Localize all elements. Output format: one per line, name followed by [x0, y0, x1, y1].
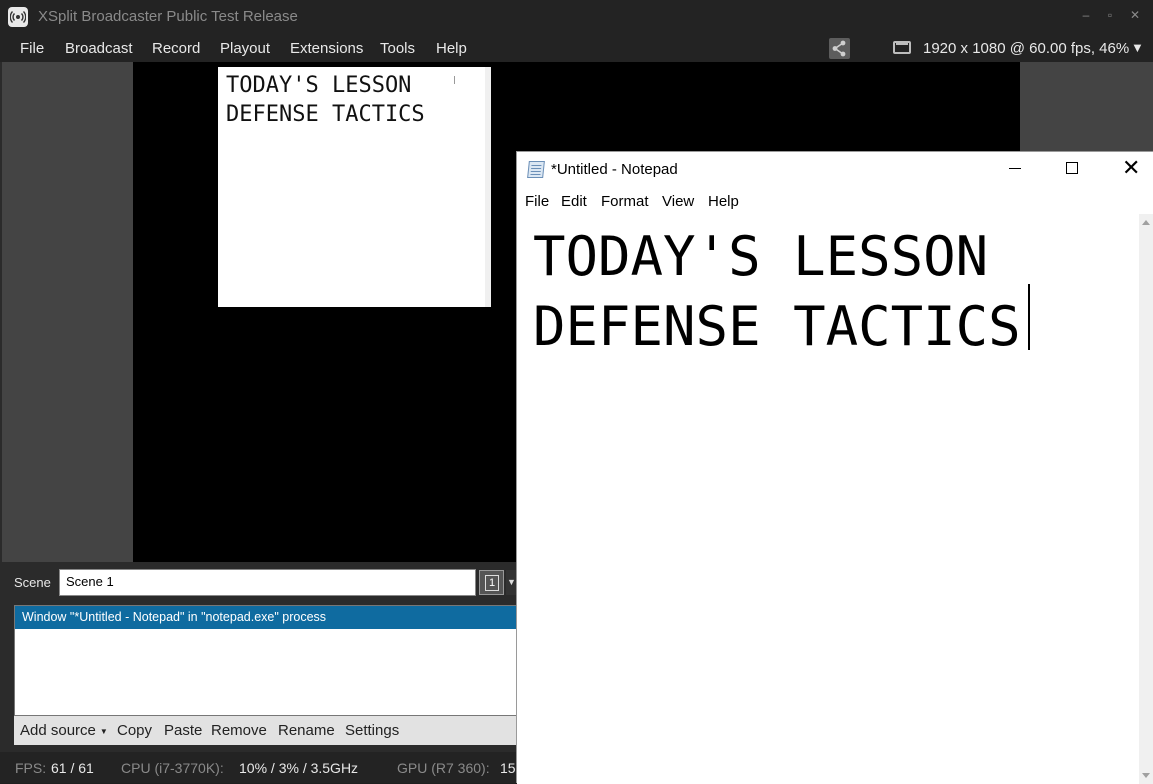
- cpu-value: 10% / 3% / 3.5GHz: [239, 760, 359, 776]
- broadcast-app-icon: [8, 7, 28, 27]
- chevron-down-icon[interactable]: ▼: [1131, 40, 1144, 55]
- text-caret: [1028, 284, 1030, 350]
- source-list[interactable]: Window "*Untitled - Notepad" in "notepad…: [14, 605, 518, 716]
- copy-button[interactable]: Copy: [117, 722, 152, 739]
- notepad-maximize-button[interactable]: [1043, 152, 1101, 186]
- gpu-value: 15: [500, 760, 516, 776]
- menu-playout[interactable]: Playout: [220, 40, 270, 57]
- menu-extensions[interactable]: Extensions: [290, 40, 363, 57]
- preview-notepad-capture[interactable]: TODAY'S LESSON DEFENSE TACTICS: [218, 67, 491, 307]
- minimize-icon: [1009, 168, 1021, 169]
- notepad-menu-edit[interactable]: Edit: [561, 193, 587, 210]
- gpu-label: GPU (R7 360):: [397, 760, 490, 776]
- scroll-up-icon[interactable]: [1142, 220, 1150, 225]
- paste-button[interactable]: Paste: [164, 722, 202, 739]
- notepad-menu-format[interactable]: Format: [601, 193, 649, 210]
- notepad-titlebar[interactable]: *Untitled - Notepad ✕: [517, 152, 1153, 188]
- caret-down-icon: ▼: [99, 726, 108, 736]
- share-button[interactable]: [829, 38, 850, 59]
- scene-number-button[interactable]: 1: [479, 570, 504, 595]
- notepad-title: *Untitled - Notepad: [551, 161, 678, 178]
- cpu-label: CPU (i7-3770K):: [121, 760, 224, 776]
- preview-margin-left: [2, 62, 133, 562]
- notepad-close-button[interactable]: ✕: [1100, 152, 1153, 186]
- scene-label: Scene: [14, 575, 51, 590]
- source-toolbar: Add source ▼ Copy Paste Remove Rename Set…: [14, 716, 517, 745]
- maximize-icon: [1066, 162, 1078, 174]
- minimize-button[interactable]: –: [1077, 8, 1095, 22]
- fps-label: FPS:: [15, 760, 47, 776]
- source-list-item[interactable]: Window "*Untitled - Notepad" in "notepad…: [15, 606, 518, 629]
- menu-help[interactable]: Help: [436, 40, 467, 57]
- notepad-menu-help[interactable]: Help: [708, 193, 739, 210]
- preview-scrollbar: [485, 67, 491, 307]
- status-bar: FPS: 61 / 61 CPU (i7-3770K): 10% / 3% / …: [0, 752, 517, 783]
- scene-number: 1: [485, 575, 499, 591]
- rename-button[interactable]: Rename: [278, 722, 335, 739]
- text-cursor-icon: [454, 76, 455, 84]
- scroll-down-icon[interactable]: [1142, 773, 1150, 778]
- maximize-button[interactable]: ▫: [1101, 8, 1119, 22]
- menu-broadcast[interactable]: Broadcast: [65, 40, 133, 57]
- preview-text: TODAY'S LESSON DEFENSE TACTICS: [226, 73, 425, 127]
- remove-button[interactable]: Remove: [211, 722, 267, 739]
- notepad-icon: [527, 161, 545, 178]
- xsplit-titlebar: XSplit Broadcaster Public Test Release –…: [0, 0, 1153, 34]
- app-title: XSplit Broadcaster Public Test Release: [38, 8, 298, 25]
- notepad-menu-view[interactable]: View: [662, 193, 694, 210]
- notepad-text: TODAY'S LESSON DEFENSE TACTICS: [533, 225, 1021, 358]
- add-source-button[interactable]: Add source ▼: [20, 722, 108, 739]
- resolution-selector[interactable]: 1920 x 1080 @ 60.00 fps, 46%: [923, 40, 1129, 57]
- notepad-vertical-scrollbar[interactable]: [1139, 214, 1153, 784]
- scene-name-input[interactable]: Scene 1: [59, 569, 476, 596]
- close-icon: ✕: [1122, 156, 1141, 181]
- settings-button[interactable]: Settings: [345, 722, 399, 739]
- share-icon: [832, 40, 846, 57]
- monitor-icon: [893, 41, 911, 54]
- menu-tools[interactable]: Tools: [380, 40, 415, 57]
- preview-margin-right: [1020, 62, 1153, 152]
- menu-record[interactable]: Record: [152, 40, 200, 57]
- notepad-text-area[interactable]: TODAY'S LESSON DEFENSE TACTICS: [517, 214, 1139, 784]
- notepad-minimize-button[interactable]: [986, 152, 1044, 186]
- notepad-menu-file[interactable]: File: [525, 193, 549, 210]
- add-source-label: Add source: [20, 722, 96, 739]
- notepad-menubar: File Edit Format View Help: [517, 188, 1153, 212]
- notepad-window: *Untitled - Notepad ✕ File Edit Format V…: [516, 151, 1153, 784]
- close-button[interactable]: ✕: [1126, 8, 1144, 22]
- fps-value: 61 / 61: [51, 760, 94, 776]
- menu-file[interactable]: File: [20, 40, 44, 57]
